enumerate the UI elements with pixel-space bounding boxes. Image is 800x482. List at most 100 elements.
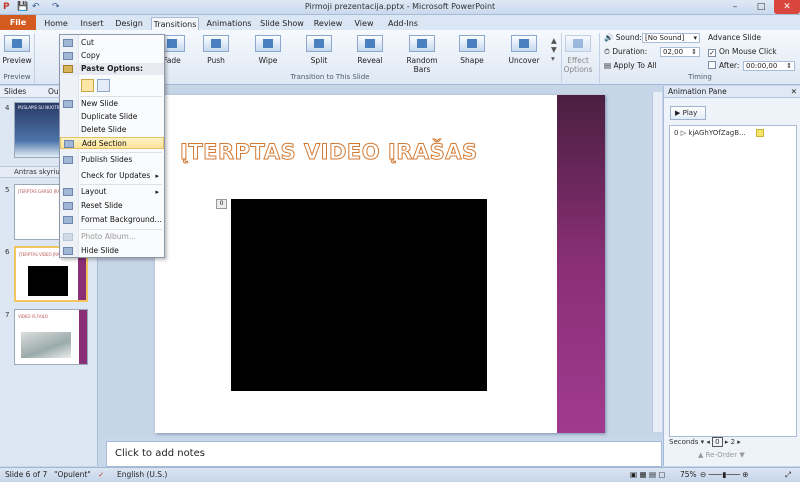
menu-item-format-background[interactable]: Format Background... [60,214,164,226]
animation-list: 0 ▷ kjAGhYOfZagB... [669,125,797,437]
format-background-icon [63,216,73,224]
slide-accent [79,310,87,364]
animation-tag[interactable]: 0 [216,199,227,209]
duration-input[interactable]: 02,00 ⇕ [660,47,700,57]
wipe-icon [255,35,281,52]
paste-option-picture-icon[interactable] [97,79,110,92]
checkbox-unchecked[interactable] [708,61,716,69]
tab-add-ins[interactable]: Add-Ins [385,17,421,30]
submenu-arrow-icon: ▸ [155,188,159,196]
menu-item-publish-slides[interactable]: Publish Slides [60,154,164,166]
transition-wipe[interactable]: Wipe [246,35,290,65]
animation-timing-bar[interactable] [756,129,764,137]
window-title: Pirmoji prezentacija.pptx - Microsoft Po… [304,2,496,11]
tab-slides[interactable]: Slides [4,87,26,96]
preview-icon [4,35,30,52]
paste-option-theme-icon[interactable] [81,79,94,92]
zoom-level[interactable]: 75% [680,468,697,482]
slide-image [21,332,71,358]
menu-separator [80,152,162,153]
play-button[interactable]: ▶ Play [670,106,706,120]
new-slide-icon [63,100,73,108]
tab-review[interactable]: Review [312,17,344,30]
menu-item-duplicate-slide[interactable]: Duplicate Slide [60,111,164,123]
transition-reveal[interactable]: Reveal [348,35,392,65]
menu-item-check-for-updates[interactable]: Check for Updates ▸ [60,170,164,182]
reorder-controls[interactable]: ▲ Re-Order ▼ [698,451,745,459]
paste-icon [63,65,73,73]
slide-title[interactable]: ĮTERPTAS VIDEO ĮRAŠAS [180,140,478,165]
menu-item-cut[interactable]: Cut [60,37,164,49]
animation-pane-header: Animation Pane ✕ [664,86,800,98]
timeline-controls: Seconds ▾ ◂ 0 ▸ 2 ▸ [669,437,741,447]
slide-canvas[interactable]: ĮTERPTAS VIDEO ĮRAŠAS 0 [155,95,605,433]
tab-animations[interactable]: Animations [205,17,253,30]
slide-counter: Slide 6 of 7 [5,470,48,479]
status-bar: Slide 6 of 7 "Opulent" ✓ English (U.S.) … [0,467,800,482]
close-button[interactable]: ✕ [774,0,800,14]
tab-design[interactable]: Design [113,17,145,30]
hide-slide-icon [63,247,73,255]
publish-icon [63,156,73,164]
menu-item-hide-slide[interactable]: Hide Slide [60,245,164,257]
menu-item-copy[interactable]: Copy [60,50,164,62]
advance-slide-label: Advance Slide [708,33,761,42]
spellcheck-icon[interactable]: ✓ [98,468,104,482]
tab-transitions[interactable]: Transitions [151,17,199,30]
view-buttons[interactable]: ▣ ▦ ▤ ▢ [630,468,666,482]
menu-item-layout[interactable]: Layout ▸ [60,186,164,198]
maximize-button[interactable]: □ [748,0,774,14]
menu-item-new-slide[interactable]: New Slide [60,98,164,110]
fit-window-icon[interactable]: ⤢ [785,468,791,482]
duration-label: ⏱ Duration: [604,47,648,56]
uncover-icon [511,35,537,52]
zoom-slider[interactable]: ⊖ ───▮─── ⊕ [700,468,749,482]
tab-view[interactable]: View [349,17,379,30]
animation-pane: Animation Pane ✕ ▶ Play 0 ▷ kjAGhYOfZagB… [663,86,800,466]
copy-icon [63,52,73,60]
slide-number: 5 [5,186,10,194]
preview-group-label: Preview [3,73,31,81]
minimize-button[interactable]: – [722,0,748,14]
after-checkbox[interactable]: After: [708,61,739,70]
on-mouse-click-checkbox[interactable]: ✓ On Mouse Click [708,47,777,57]
menu-separator [80,96,162,97]
slide-number: 6 [5,248,10,256]
transition-uncover[interactable]: Uncover [502,35,546,65]
transition-split[interactable]: Split [297,35,341,65]
transition-random-bars[interactable]: Random Bars [397,35,447,74]
effect-options-icon [565,35,591,52]
language[interactable]: English (U.S.) [117,468,167,482]
tab-file[interactable]: File [0,15,36,30]
menu-item-reset-slide[interactable]: Reset Slide [60,200,164,212]
spinner-icon: ⇕ [786,62,792,70]
video-placeholder [28,266,68,296]
tab-insert[interactable]: Insert [76,17,108,30]
slide-decorative-band [557,95,605,433]
animation-item[interactable]: 0 ▷ kjAGhYOfZagB... [674,129,746,137]
play-icon: ▶ [675,109,683,117]
checkbox-checked[interactable]: ✓ [708,49,716,57]
video-object[interactable] [231,199,487,391]
ribbon-tabs: File Home Insert Design Transitions Anim… [0,15,800,30]
close-icon[interactable]: ✕ [791,86,797,98]
vertical-scrollbar[interactable] [652,92,662,432]
sound-label: 🔊 Sound: [604,33,642,42]
timing-group-label: Timing [688,73,712,81]
slide-thumbnail-7[interactable]: VIDEO IŠ FAILO [14,309,88,365]
slide-number: 4 [5,104,10,112]
apply-to-all-button[interactable]: ▤ Apply To All [604,61,657,70]
theme-name: "Opulent" [54,470,91,479]
transition-group-label: Transition to This Slide [290,73,370,81]
menu-item-add-section[interactable]: Add Section [60,137,164,149]
effect-options-button[interactable]: Effect Options [556,35,600,74]
menu-item-delete-slide[interactable]: Delete Slide [60,124,164,136]
transition-shape[interactable]: Shape [450,35,494,65]
after-input[interactable]: 00:00,00 ⇕ [743,61,795,71]
split-icon [306,35,332,52]
transition-push[interactable]: Push [194,35,238,65]
tab-home[interactable]: Home [40,17,72,30]
sound-dropdown[interactable]: [No Sound] ▾ [642,33,700,43]
tab-slide-show[interactable]: Slide Show [258,17,306,30]
notes-pane[interactable]: Click to add notes [106,441,662,467]
